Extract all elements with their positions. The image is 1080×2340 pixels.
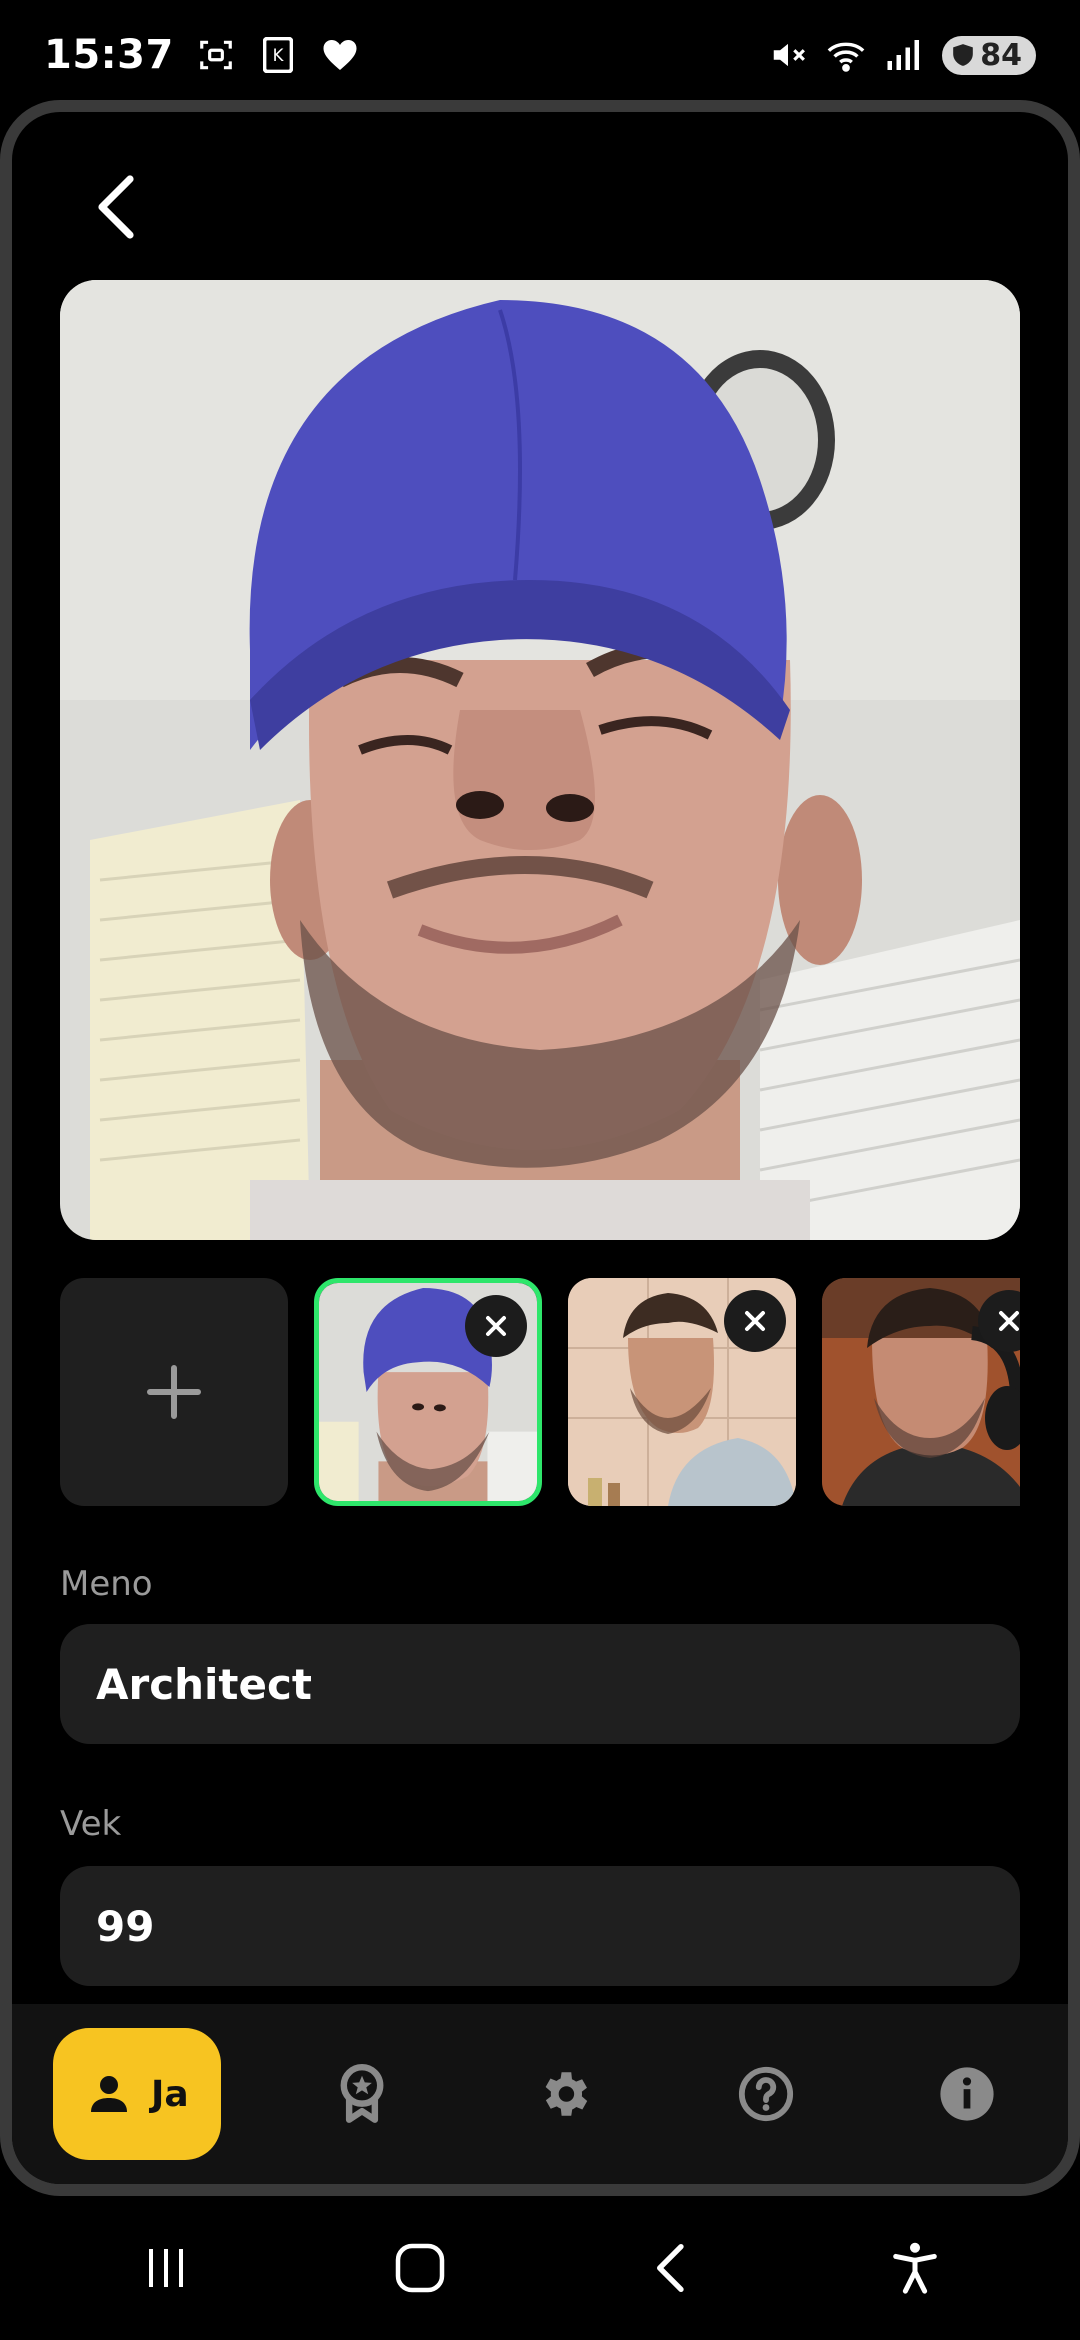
battery-level: 84 — [980, 37, 1022, 73]
chevron-left-icon — [98, 175, 134, 239]
app-frame: Meno Architect Vek 99 Ja — [0, 100, 1080, 2196]
recent-apps-button[interactable] — [141, 2243, 191, 2297]
main-profile-photo[interactable] — [60, 280, 1020, 1240]
accessibility-icon — [893, 2242, 937, 2294]
age-label: Vek — [60, 1804, 122, 1844]
remove-photo-1-button[interactable] — [465, 1295, 527, 1357]
home-icon — [395, 2243, 445, 2293]
bottom-navigation: Ja — [12, 2004, 1068, 2184]
age-value: 99 — [96, 1901, 155, 1951]
recent-apps-icon — [149, 2249, 183, 2287]
heart-icon — [320, 35, 360, 75]
nav-item-help[interactable] — [706, 2034, 826, 2154]
help-icon — [738, 2066, 793, 2122]
close-icon — [486, 1316, 506, 1336]
name-value: Architect — [96, 1659, 312, 1709]
status-time: 15:37 — [44, 32, 174, 78]
plus-icon — [147, 1365, 201, 1419]
gear-icon — [545, 2072, 588, 2116]
photo-thumbnails — [60, 1278, 1020, 1508]
screenshot-icon — [196, 35, 236, 75]
app-k-icon: K — [258, 35, 298, 75]
person-icon — [90, 2076, 127, 2112]
photo-thumbnail-1[interactable] — [314, 1278, 542, 1506]
close-icon — [999, 1311, 1019, 1331]
badge-icon — [340, 2064, 384, 2123]
status-right: 84 — [768, 35, 1036, 75]
nav-item-profile[interactable]: Ja — [52, 2028, 221, 2160]
nav-item-settings[interactable] — [504, 2034, 624, 2154]
add-photo-button[interactable] — [60, 1278, 288, 1506]
nav-item-info[interactable] — [907, 2034, 1027, 2154]
battery-indicator: 84 — [942, 35, 1036, 75]
home-button[interactable] — [393, 2241, 447, 2299]
name-field[interactable]: Architect — [60, 1624, 1020, 1744]
accessibility-button[interactable] — [891, 2241, 939, 2299]
close-icon — [745, 1311, 765, 1331]
status-bar: 15:37 K 84 — [0, 0, 1080, 110]
name-label: Meno — [60, 1564, 153, 1604]
back-button[interactable] — [76, 167, 156, 247]
age-field[interactable]: 99 — [60, 1866, 1020, 1986]
back-icon — [657, 2244, 684, 2292]
system-navigation-bar — [0, 2200, 1080, 2340]
svg-text:K: K — [272, 46, 284, 65]
nav-profile-label: Ja — [150, 2073, 189, 2115]
wifi-icon — [826, 35, 866, 75]
nav-item-badges[interactable] — [302, 2034, 422, 2154]
photo-thumbnail-3[interactable] — [822, 1278, 1020, 1506]
profile-photo-image — [60, 280, 1020, 1240]
status-left: 15:37 K — [44, 32, 360, 78]
signal-icon — [884, 35, 924, 75]
mute-icon — [768, 35, 808, 75]
photo-thumbnail-2[interactable] — [568, 1278, 796, 1506]
info-icon — [940, 2067, 994, 2121]
remove-photo-2-button[interactable] — [724, 1290, 786, 1352]
system-back-button[interactable] — [649, 2241, 689, 2299]
